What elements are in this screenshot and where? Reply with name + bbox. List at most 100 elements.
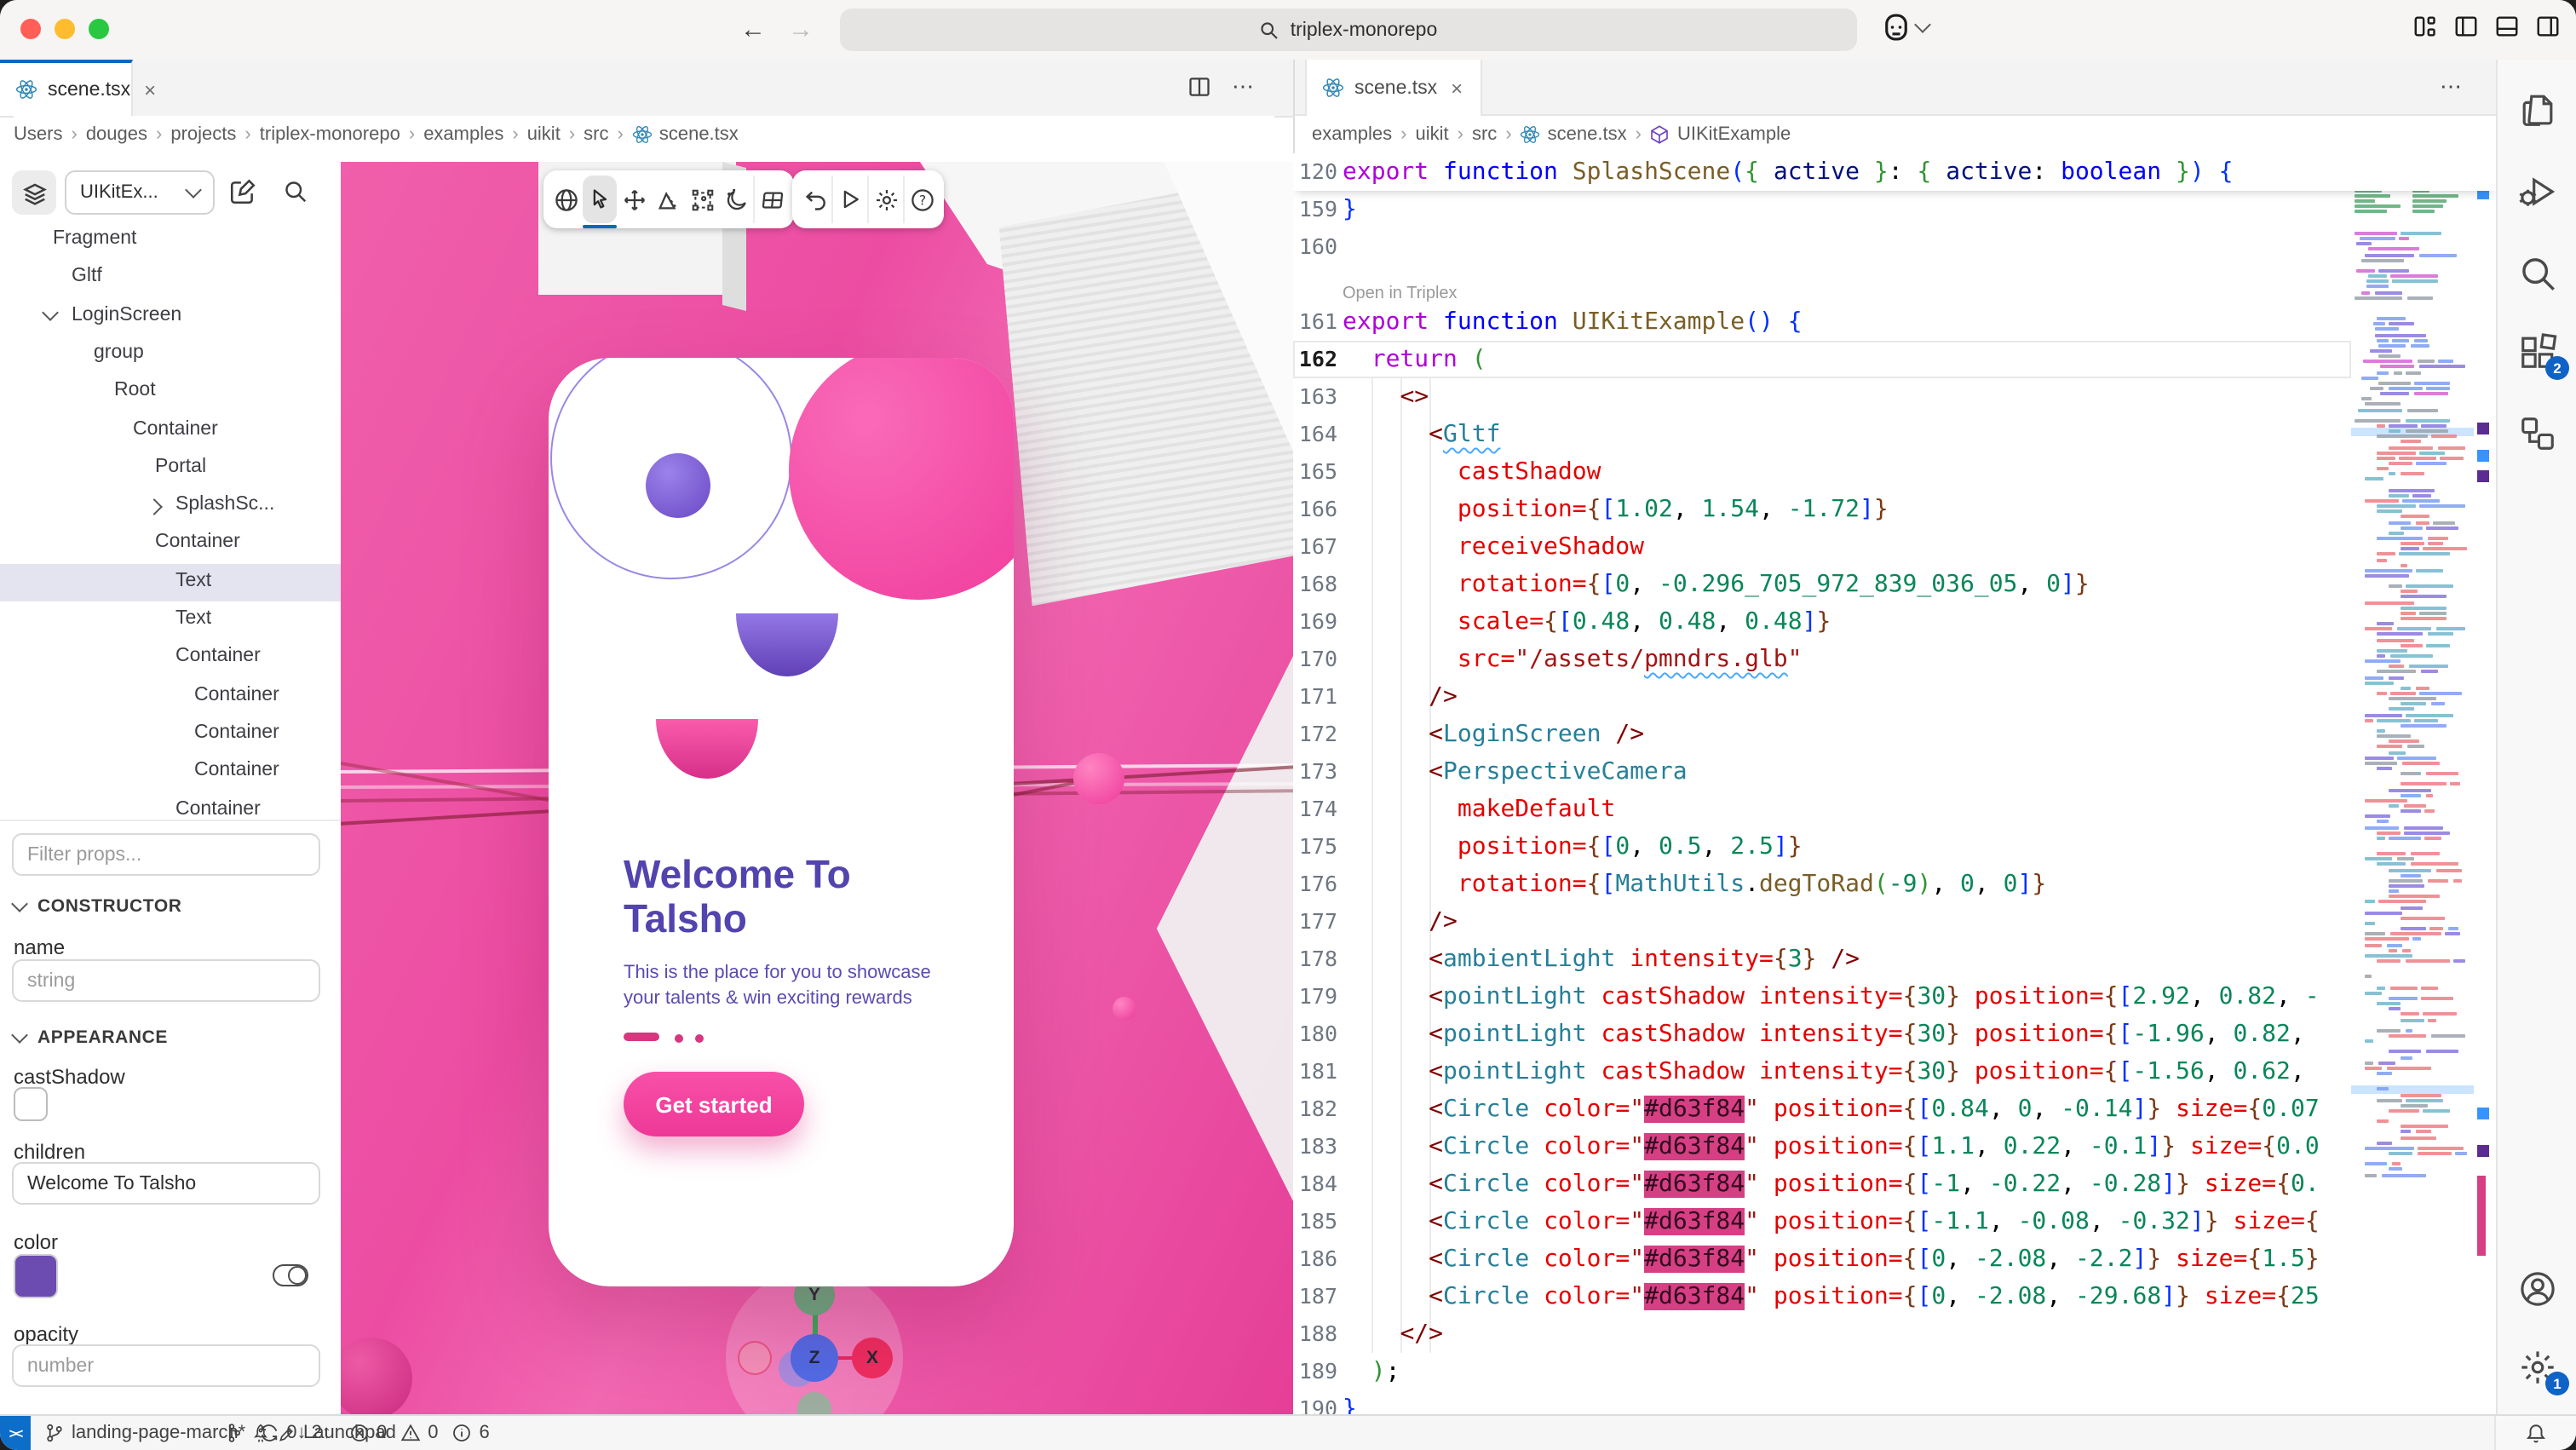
children-input[interactable] bbox=[12, 1162, 320, 1205]
explorer-icon[interactable] bbox=[2518, 90, 2559, 131]
left-breadcrumb[interactable]: Users›douges›projects›triplex-monorepo›e… bbox=[14, 116, 1274, 153]
search-icon[interactable] bbox=[283, 179, 308, 204]
scale-tool-icon[interactable] bbox=[651, 175, 685, 223]
code-line-166[interactable]: 166 position={[1.02, 1.54, -1.72]} bbox=[1293, 491, 2351, 528]
tree-item-text[interactable]: Text bbox=[0, 601, 341, 639]
select-tool-icon[interactable] bbox=[583, 175, 617, 223]
project-search-bar[interactable]: triplex-monorepo bbox=[840, 9, 1857, 51]
code-line-161[interactable]: 161export function UIKitExample() { bbox=[1293, 303, 2351, 341]
3d-viewport[interactable]: Welcome To Talsho This is the place for … bbox=[341, 162, 1293, 1414]
name-input[interactable] bbox=[12, 959, 320, 1002]
code-line-173[interactable]: 173 <PerspectiveCamera bbox=[1293, 753, 2351, 791]
help-icon[interactable]: ? bbox=[903, 175, 939, 223]
minimap[interactable] bbox=[2351, 153, 2474, 1414]
code-line-172[interactable]: 172 <LoginScreen /> bbox=[1293, 716, 2351, 753]
component-selector[interactable]: UIKitEx... bbox=[65, 170, 215, 215]
tree-item-container[interactable]: Container bbox=[0, 753, 341, 791]
constructor-section-header[interactable]: CONSTRUCTOR bbox=[14, 896, 182, 917]
get-started-button[interactable]: Get started bbox=[624, 1072, 804, 1136]
color-swatch[interactable] bbox=[14, 1254, 58, 1298]
code-line-186[interactable]: 186 <Circle color="#d63f84" position={[0… bbox=[1293, 1240, 2351, 1278]
tree-item-root[interactable]: Root bbox=[0, 373, 341, 411]
problems-status[interactable]: 0 0 6 bbox=[349, 1416, 490, 1450]
code-line-190[interactable]: 190} bbox=[1293, 1390, 2351, 1414]
transform-select-icon[interactable] bbox=[685, 175, 719, 223]
code-line-175[interactable]: 175 position={[0, 0.5, 2.5]} bbox=[1293, 828, 2351, 866]
tree-item-portal[interactable]: Portal bbox=[0, 450, 341, 487]
forward-button[interactable]: → bbox=[784, 14, 818, 48]
toggle-right-panel-icon[interactable] bbox=[2535, 14, 2561, 39]
code-line-171[interactable]: 171 /> bbox=[1293, 678, 2351, 716]
tab-scene-tsx-left[interactable]: scene.tsx × bbox=[0, 60, 133, 116]
breadcrumb-item[interactable]: examples bbox=[423, 124, 503, 145]
tree-item-splashsc[interactable]: SplashSc... bbox=[0, 487, 341, 525]
night-mode-icon[interactable] bbox=[719, 175, 753, 223]
code-line-163[interactable]: 163 <> bbox=[1293, 378, 2351, 416]
code-line-185[interactable]: 185 <Circle color="#d63f84" position={[-… bbox=[1293, 1203, 2351, 1240]
tree-item-container[interactable]: Container bbox=[0, 526, 341, 563]
move-tool-icon[interactable] bbox=[617, 175, 651, 223]
layers-button[interactable] bbox=[12, 170, 56, 215]
chevron-right-icon[interactable] bbox=[146, 498, 163, 515]
extensions-icon[interactable]: 2 bbox=[2518, 332, 2559, 373]
code-lens-open-in-triplex[interactable]: Open in Triplex bbox=[1293, 266, 2351, 303]
code-line-182[interactable]: 182 <Circle color="#d63f84" position={[0… bbox=[1293, 1090, 2351, 1128]
gizmo-neg-x[interactable] bbox=[738, 1341, 772, 1375]
back-button[interactable]: ← bbox=[736, 14, 770, 48]
tree-item-container[interactable]: Container bbox=[0, 791, 341, 829]
world-tool-icon[interactable] bbox=[549, 175, 583, 223]
breadcrumb-item[interactable]: projects bbox=[170, 124, 236, 145]
code-line-189[interactable]: 189 ); bbox=[1293, 1353, 2351, 1390]
code-line-170[interactable]: 170 src="/assets/pmndrs.glb" bbox=[1293, 641, 2351, 678]
notifications-bell[interactable] bbox=[2494, 1416, 2576, 1450]
code-line-188[interactable]: 188 </> bbox=[1293, 1315, 2351, 1353]
code-line-177[interactable]: 177 /> bbox=[1293, 903, 2351, 941]
code-line-179[interactable]: 179 <pointLight castShadow intensity={30… bbox=[1293, 978, 2351, 1016]
code-line-165[interactable]: 165 castShadow bbox=[1293, 453, 2351, 491]
settings-gear-icon[interactable]: 1 bbox=[2518, 1348, 2559, 1389]
split-editor-icon[interactable] bbox=[1187, 75, 1211, 99]
tree-item-container[interactable]: Container bbox=[0, 411, 341, 449]
code-line-183[interactable]: 183 <Circle color="#d63f84" position={[1… bbox=[1293, 1128, 2351, 1165]
gizmo-x[interactable]: X bbox=[852, 1338, 893, 1378]
chevron-down-icon[interactable] bbox=[42, 303, 59, 320]
tree-item-container[interactable]: Container bbox=[0, 677, 341, 715]
grid-view-icon[interactable] bbox=[753, 175, 789, 223]
more-actions-icon[interactable]: ⋯ bbox=[2440, 73, 2464, 101]
castshadow-checkbox[interactable] bbox=[14, 1087, 48, 1121]
breadcrumb-item[interactable]: src bbox=[584, 124, 608, 145]
toggle-bottom-panel-icon[interactable] bbox=[2494, 14, 2520, 39]
code-line-164[interactable]: 164 <Gltf bbox=[1293, 416, 2351, 453]
right-breadcrumb[interactable]: examples›uikit›src›scene.tsx›UIKitExampl… bbox=[1312, 116, 2487, 153]
customize-layout-icon[interactable] bbox=[2412, 14, 2438, 39]
code-line-160[interactable]: 160 bbox=[1293, 228, 2351, 266]
appearance-section-header[interactable]: APPEARANCE bbox=[14, 1027, 168, 1048]
breadcrumb-item[interactable]: src bbox=[1472, 124, 1497, 145]
code-line-184[interactable]: 184 <Circle color="#d63f84" position={[-… bbox=[1293, 1165, 2351, 1203]
search-icon[interactable] bbox=[2518, 254, 2559, 295]
remote-indicator[interactable]: >< bbox=[0, 1416, 31, 1450]
references-icon[interactable] bbox=[2518, 414, 2559, 455]
breadcrumb-item[interactable]: Users bbox=[14, 124, 62, 145]
minimize-window-button[interactable] bbox=[55, 19, 75, 39]
close-icon[interactable]: × bbox=[1451, 76, 1463, 100]
filter-props-input[interactable] bbox=[12, 833, 320, 876]
gizmo-z[interactable]: Z bbox=[791, 1334, 838, 1382]
run-debug-icon[interactable] bbox=[2518, 172, 2559, 213]
code-line-120[interactable]: 120export function SplashScene({ active … bbox=[1293, 153, 2351, 191]
tree-item-gltf[interactable]: Gltf bbox=[0, 260, 341, 297]
code-line-176[interactable]: 176 rotation={[MathUtils.degToRad(-9), 0… bbox=[1293, 866, 2351, 903]
code-line-162[interactable]: 162 return ( bbox=[1293, 341, 2351, 378]
breadcrumb-item[interactable]: examples bbox=[1312, 124, 1392, 145]
settings-gear-icon[interactable] bbox=[867, 175, 903, 223]
undo-icon[interactable] bbox=[797, 175, 831, 223]
code-line-169[interactable]: 169 scale={[0.48, 0.48, 0.48]} bbox=[1293, 603, 2351, 641]
tab-scene-tsx-right[interactable]: scene.tsx × bbox=[1305, 60, 1482, 116]
tree-item-text[interactable]: Text bbox=[0, 563, 341, 601]
tree-item-container[interactable]: Container bbox=[0, 716, 341, 753]
code-line-167[interactable]: 167 receiveShadow bbox=[1293, 528, 2351, 566]
account-menu[interactable] bbox=[1881, 12, 1929, 43]
breadcrumb-item[interactable]: uikit bbox=[527, 124, 561, 145]
tree-item-loginscreen[interactable]: LoginScreen bbox=[0, 297, 341, 335]
opacity-input[interactable] bbox=[12, 1344, 320, 1387]
